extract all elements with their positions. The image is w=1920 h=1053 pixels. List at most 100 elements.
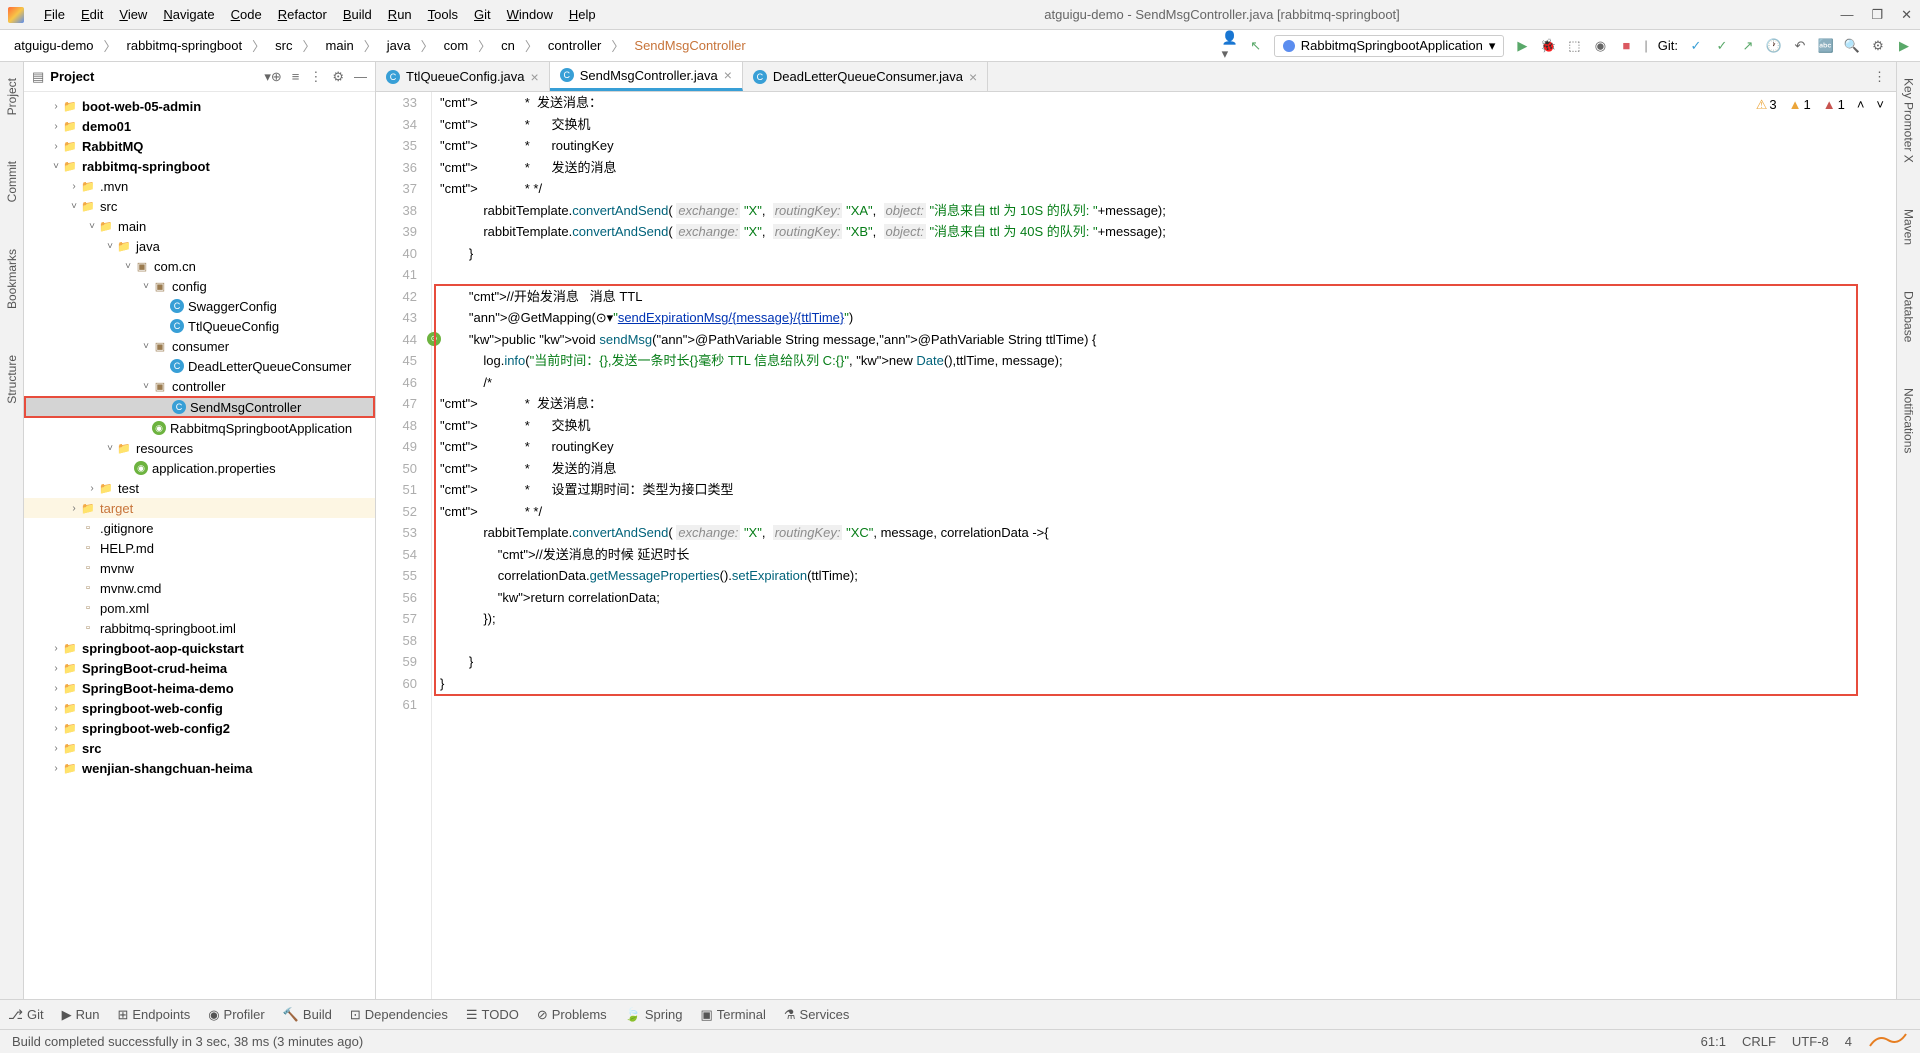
breadcrumb-item[interactable]: atguigu-demo	[8, 36, 100, 55]
tree-node[interactable]: ˅📁resources	[24, 438, 375, 458]
tree-node[interactable]: ▫HELP.md	[24, 538, 375, 558]
code-line[interactable]	[440, 694, 1896, 716]
menu-navigate[interactable]: Navigate	[155, 7, 222, 22]
tool-maven[interactable]: Maven	[1900, 201, 1918, 253]
bottom-git[interactable]: ⎇Git	[8, 1007, 44, 1023]
tree-node[interactable]: ˅▣consumer	[24, 336, 375, 356]
tree-node[interactable]: ›📁springboot-web-config2	[24, 718, 375, 738]
code-line[interactable]: "cmt"> * 发送消息：	[440, 92, 1896, 114]
menu-edit[interactable]: Edit	[73, 7, 111, 22]
run-icon[interactable]: ▶	[1514, 38, 1530, 54]
breadcrumb-item[interactable]: src	[269, 36, 298, 55]
close-tab-icon[interactable]: ×	[531, 69, 539, 85]
code-line[interactable]: }	[440, 243, 1896, 265]
tree-node[interactable]: ›📁RabbitMQ	[24, 136, 375, 156]
stop-icon[interactable]: ■	[1618, 38, 1634, 54]
code-line[interactable]: rabbitTemplate.convertAndSend( exchange:…	[440, 522, 1896, 544]
bottom-terminal[interactable]: ▣Terminal	[700, 1007, 765, 1023]
tool-project[interactable]: Project	[3, 70, 21, 123]
menu-run[interactable]: Run	[380, 7, 420, 22]
tree-node[interactable]: ˅▣com.cn	[24, 256, 375, 276]
line-number[interactable]: 38	[376, 200, 417, 222]
select-opened-icon[interactable]: ≡	[292, 69, 300, 85]
code-line[interactable]: "cmt"> * 发送的消息	[440, 458, 1896, 480]
tabs-more-icon[interactable]: ⋮	[1863, 69, 1896, 85]
tree-node[interactable]: ˅📁main	[24, 216, 375, 236]
menu-build[interactable]: Build	[335, 7, 380, 22]
code-line[interactable]: });	[440, 608, 1896, 630]
tool-structure[interactable]: Structure	[3, 347, 21, 412]
tool-notifications[interactable]: Notifications	[1900, 380, 1918, 461]
line-number[interactable]: 37	[376, 178, 417, 200]
menu-tools[interactable]: Tools	[420, 7, 466, 22]
breadcrumb-item[interactable]: controller	[542, 36, 607, 55]
bottom-run[interactable]: ▶Run	[62, 1007, 100, 1023]
maximize-icon[interactable]: ❐	[1871, 7, 1883, 23]
line-number[interactable]: 35	[376, 135, 417, 157]
tool-key-promoter-x[interactable]: Key Promoter X	[1900, 70, 1918, 171]
tree-node[interactable]: ›📁SpringBoot-crud-heima	[24, 658, 375, 678]
line-number[interactable]: 43	[376, 307, 417, 329]
close-tab-icon[interactable]: ×	[724, 67, 732, 83]
run-config-selector[interactable]: RabbitmqSpringbootApplication ▾	[1274, 35, 1505, 57]
tree-node[interactable]: ›📁springboot-aop-quickstart	[24, 638, 375, 658]
tree-node[interactable]: CSwaggerConfig	[24, 296, 375, 316]
line-number[interactable]: 59	[376, 651, 417, 673]
tree-node[interactable]: ›📁.mvn	[24, 176, 375, 196]
line-number[interactable]: 54	[376, 544, 417, 566]
line-number[interactable]: 49	[376, 436, 417, 458]
code-line[interactable]	[440, 264, 1896, 286]
code-line[interactable]: "cmt">//开始发消息 消息 TTL	[440, 286, 1896, 308]
breadcrumb[interactable]: atguigu-demo〉rabbitmq-springboot〉src〉mai…	[8, 36, 1222, 55]
code-line[interactable]: "cmt"> * routingKey	[440, 436, 1896, 458]
code-line[interactable]: }	[440, 651, 1896, 673]
user-icon[interactable]: 👤▾	[1222, 38, 1238, 54]
git-rollback-icon[interactable]: ↶	[1792, 38, 1808, 54]
tree-node[interactable]: ˅▣config	[24, 276, 375, 296]
git-update-icon[interactable]: ✓	[1688, 38, 1704, 54]
tree-node[interactable]: CDeadLetterQueueConsumer	[24, 356, 375, 376]
code-line[interactable]: "cmt"> * 发送消息：	[440, 393, 1896, 415]
tree-node[interactable]: ˅📁rabbitmq-springboot	[24, 156, 375, 176]
editor-tab[interactable]: CSendMsgController.java×	[550, 62, 743, 91]
tree-node[interactable]: ▫rabbitmq-springboot.iml	[24, 618, 375, 638]
line-number[interactable]: 55	[376, 565, 417, 587]
line-number[interactable]: 56	[376, 587, 417, 609]
line-number[interactable]: 42	[376, 286, 417, 308]
menu-help[interactable]: Help	[561, 7, 604, 22]
editor-tab[interactable]: CTtlQueueConfig.java×	[376, 62, 550, 91]
tree-node[interactable]: ›📁SpringBoot-heima-demo	[24, 678, 375, 698]
tree-node[interactable]: ˅📁src	[24, 196, 375, 216]
tree-node[interactable]: ›📁boot-web-05-admin	[24, 96, 375, 116]
tree-node[interactable]: ›📁target	[24, 498, 375, 518]
code-line[interactable]: "cmt"> * */	[440, 178, 1896, 200]
tree-node[interactable]: ◉RabbitmqSpringbootApplication	[24, 418, 375, 438]
translate-icon[interactable]: 🔤	[1818, 38, 1834, 54]
code-line[interactable]: log.info("当前时间：{},发送一条时长{}毫秒 TTL 信息给队列 C…	[440, 350, 1896, 372]
file-encoding[interactable]: UTF-8	[1792, 1034, 1829, 1049]
hide-icon[interactable]: —	[354, 69, 367, 85]
line-number[interactable]: 60	[376, 673, 417, 695]
menu-window[interactable]: Window	[499, 7, 561, 22]
editor-tab[interactable]: CDeadLetterQueueConsumer.java×	[743, 62, 988, 91]
line-number[interactable]: 40	[376, 243, 417, 265]
code-line[interactable]: correlationData.getMessageProperties().s…	[440, 565, 1896, 587]
code-line[interactable]: "kw">return correlationData;	[440, 587, 1896, 609]
breadcrumb-item[interactable]: cn	[495, 36, 521, 55]
bottom-endpoints[interactable]: ⊞Endpoints	[117, 1007, 190, 1023]
tree-node[interactable]: CSendMsgController	[24, 396, 375, 418]
search-icon[interactable]: 🔍	[1844, 38, 1860, 54]
code-line[interactable]: "cmt"> * 交换机	[440, 114, 1896, 136]
git-commit-icon[interactable]: ✓	[1714, 38, 1730, 54]
line-number[interactable]: 47	[376, 393, 417, 415]
inspection-widget[interactable]: ⚠3 ▲1 ▲1 ˄ ˅	[1752, 92, 1888, 118]
close-icon[interactable]: ✕	[1901, 7, 1912, 23]
bottom-todo[interactable]: ☰TODO	[466, 1007, 519, 1023]
line-number[interactable]: 36	[376, 157, 417, 179]
line-number[interactable]: 61	[376, 694, 417, 716]
breadcrumb-item[interactable]: SendMsgController	[628, 36, 751, 55]
code-line[interactable]: "cmt"> * 设置过期时间：类型为接口类型	[440, 479, 1896, 501]
tool-database[interactable]: Database	[1900, 283, 1918, 350]
menu-git[interactable]: Git	[466, 7, 499, 22]
line-number[interactable]: 53	[376, 522, 417, 544]
